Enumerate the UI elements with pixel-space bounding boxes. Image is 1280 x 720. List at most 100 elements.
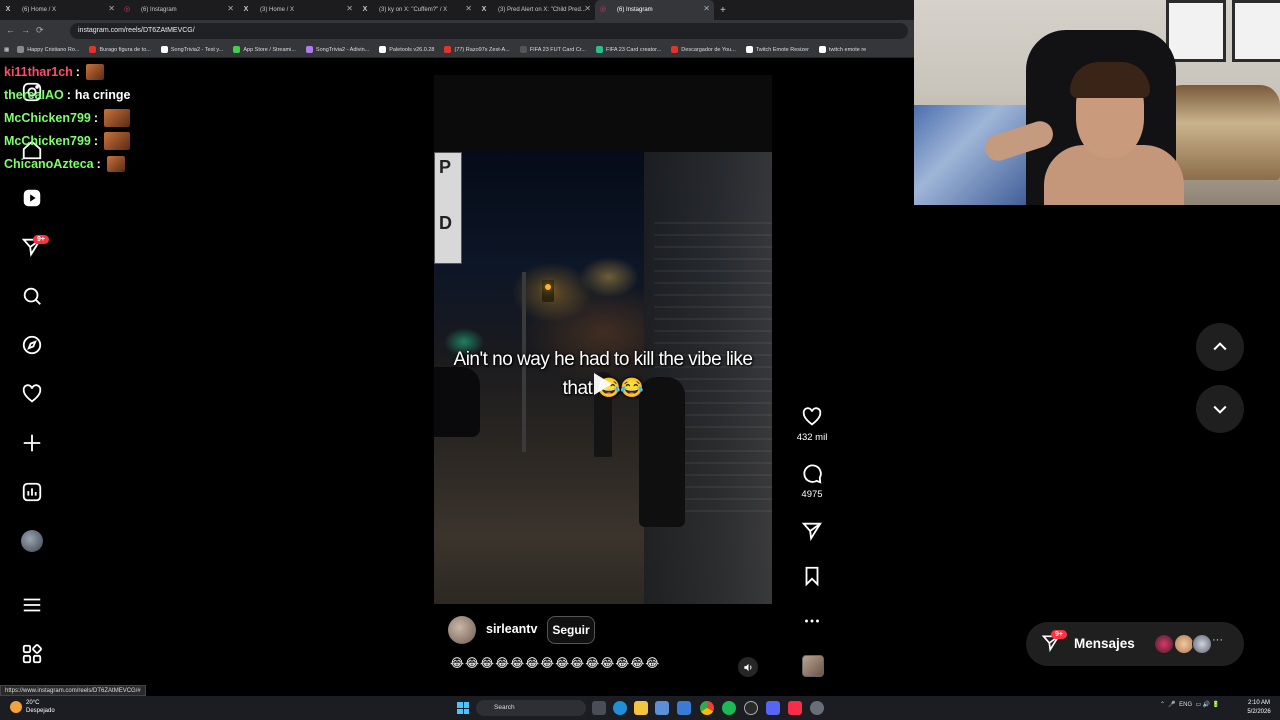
chat-message: ha cringe	[74, 87, 131, 102]
nav-notifications[interactable]	[20, 382, 44, 406]
avatar	[1154, 634, 1174, 654]
nav-explore[interactable]	[20, 333, 44, 357]
author-username[interactable]: sirleantv	[486, 622, 537, 636]
nav-also-from-meta[interactable]	[20, 642, 44, 666]
tab-instagram-1[interactable]: ◎ (6) Instagram ✕	[119, 0, 238, 20]
bookmark-favicon	[444, 46, 452, 53]
reel-video[interactable]: P D Ain't no way he had to kill the vibe…	[434, 152, 772, 604]
emote-image	[106, 155, 125, 172]
task-view-icon[interactable]	[592, 701, 606, 715]
close-tab-icon[interactable]: ✕	[346, 4, 353, 13]
photos-icon[interactable]	[655, 701, 669, 715]
bookmark[interactable]: Paletools v26.0.28	[379, 46, 434, 53]
avatar	[1192, 634, 1212, 654]
mute-button[interactable]	[738, 657, 758, 677]
x-icon: X	[481, 6, 487, 13]
x-icon: X	[362, 6, 368, 13]
chrome-icon[interactable]	[700, 701, 714, 715]
file-explorer-icon[interactable]	[634, 701, 648, 715]
menu-icon	[23, 598, 41, 612]
chat-separator: :	[66, 87, 71, 102]
taskbar: 20°C Despejado Search ⌃ 🎤 ENG ▭ 🔊 🔋 2:10 …	[0, 696, 1280, 720]
emote-image	[104, 108, 131, 127]
reel-description: 😂😂😂😂😂😂😂😂😂😂😂😂😂😂	[450, 656, 661, 670]
share-button[interactable]	[790, 520, 834, 542]
nav-create[interactable]	[20, 431, 44, 455]
like-button[interactable]: 432 mil	[790, 406, 834, 443]
parking-sign: P D	[434, 152, 462, 264]
chat-separator: :	[75, 64, 80, 79]
spotify-icon[interactable]	[722, 701, 736, 715]
close-tab-icon[interactable]: ✕	[108, 4, 115, 13]
obs-icon[interactable]	[744, 701, 758, 715]
nav-profile[interactable]	[20, 529, 44, 553]
search-icon	[23, 287, 41, 305]
audio-thumbnail[interactable]	[802, 655, 824, 677]
tab-instagram-active[interactable]: ◎ (6) Instagram ✕	[595, 0, 714, 20]
bookmark[interactable]: App Store / Streami...	[233, 46, 296, 53]
bookmark-favicon	[745, 46, 753, 53]
store-icon[interactable]	[677, 701, 691, 715]
apps-grid-icon	[22, 644, 42, 664]
bookmark[interactable]: FIFA 23 FUT Card Cr...	[519, 46, 586, 53]
nav-reels[interactable]	[20, 186, 44, 210]
reel-player[interactable]: P D Ain't no way he had to kill the vibe…	[434, 75, 772, 681]
more-options-button[interactable]	[790, 610, 834, 632]
save-button[interactable]	[790, 565, 834, 587]
app-icon[interactable]	[810, 701, 824, 715]
close-tab-icon[interactable]: ✕	[465, 4, 472, 13]
windows-logo-quad	[457, 708, 463, 714]
close-tab-icon[interactable]: ✕	[703, 4, 710, 13]
comment-button[interactable]: 4975	[790, 463, 834, 500]
music-icon[interactable]	[788, 701, 802, 715]
follow-button[interactable]: Seguir	[547, 616, 595, 644]
sofa	[1162, 85, 1280, 180]
bookmark-favicon	[233, 46, 241, 53]
bookmark[interactable]: FIFA 23 Card creator...	[595, 46, 661, 53]
tab-ky-x[interactable]: X (3) ky on X: "Cuffem?" / X ✕	[357, 0, 476, 20]
bookmark[interactable]: Burago figura de to...	[89, 46, 151, 53]
nav-search[interactable]	[20, 284, 44, 308]
bookmark[interactable]: SongTrivia2 - Adivin...	[305, 46, 369, 53]
emote-image	[104, 131, 131, 150]
bookmark[interactable]: Descargador de You...	[671, 46, 736, 53]
tab-pred-alert-x[interactable]: X (3) Pred Alert on X: "Child Pred... ✕	[476, 0, 595, 20]
chat-username: thereaIAO	[4, 87, 64, 102]
tab-home-x-2[interactable]: X (3) Home / X ✕	[238, 0, 357, 20]
taskbar-clock[interactable]: 2:10 AM 5/2/2026	[1242, 699, 1276, 717]
chat-username: McChicken799	[4, 110, 91, 125]
play-icon[interactable]	[594, 373, 612, 395]
bookmark[interactable]: Twitch Emote Resizer	[745, 46, 809, 53]
nav-dashboard[interactable]	[20, 480, 44, 504]
bookmark-favicon	[89, 46, 97, 53]
bookmark-favicon	[519, 46, 527, 53]
nav-more[interactable]	[20, 593, 44, 617]
new-tab-button[interactable]: +	[714, 5, 726, 16]
edge-icon[interactable]	[613, 701, 627, 715]
bookmark[interactable]: twitch emote re	[818, 46, 866, 53]
system-tray[interactable]: ⌃ 🎤 ENG ▭ 🔊 🔋	[1160, 701, 1219, 708]
apps-icon[interactable]: ▦	[4, 47, 9, 53]
chat-separator: :	[96, 156, 101, 171]
bookmark[interactable]: (77) Razo97s Zest-A...	[444, 46, 510, 53]
previous-reel-button[interactable]	[1196, 323, 1244, 371]
close-tab-icon[interactable]: ✕	[227, 4, 234, 13]
messages-badge: 9+	[1051, 630, 1067, 639]
discord-icon[interactable]	[766, 701, 780, 715]
compass-icon	[22, 335, 42, 355]
start-button[interactable]	[457, 702, 469, 714]
author-avatar[interactable]	[448, 616, 476, 644]
chat-line: McChicken799:	[4, 106, 184, 129]
chat-line: McChicken799:	[4, 129, 184, 152]
next-reel-button[interactable]	[1196, 385, 1244, 433]
bookmark[interactable]: Happy Cristiano Ro...	[17, 46, 79, 53]
close-tab-icon[interactable]: ✕	[584, 4, 591, 13]
url-field[interactable]: instagram.com/reels/DT6ZAtMEVCG/	[70, 23, 908, 39]
chevron-up-icon	[1213, 342, 1227, 351]
tab-home-x-1[interactable]: X (6) Home / X ✕	[0, 0, 119, 20]
chat-separator: :	[93, 110, 99, 125]
nav-buttons[interactable]: ←→⟳	[6, 25, 50, 36]
bookmark[interactable]: SongTrivia2 - Test y...	[160, 46, 223, 53]
messages-button[interactable]: 9+ Mensajes ···	[1026, 622, 1244, 666]
taskbar-search[interactable]: Search	[476, 700, 586, 716]
